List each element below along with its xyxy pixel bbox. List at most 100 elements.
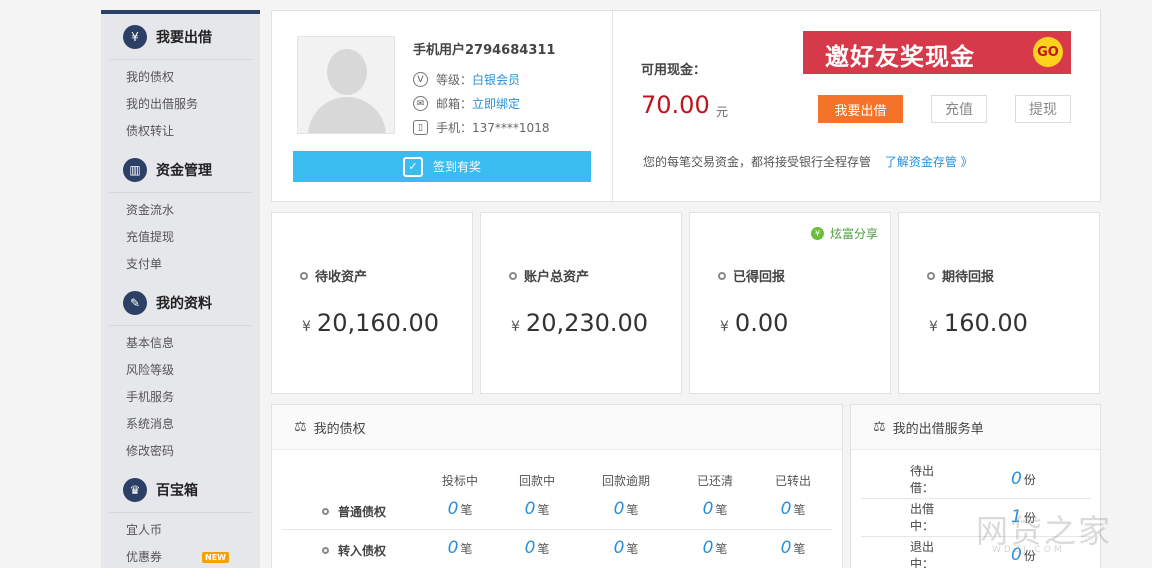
sidebar-section-lending: ¥ 我要出借 我的债权 我的出借服务 债权转让 [101, 14, 260, 147]
panel-title: 我的出借服务单 [892, 421, 984, 437]
stat-label-row: 已得回报 [718, 266, 785, 285]
bullet-icon [718, 271, 726, 280]
sidebar-section-treasure: ♛ 百宝箱 宜人币 优惠券 NEW [101, 467, 260, 568]
username: 手机用户2794684311 [413, 43, 556, 58]
avatar[interactable] [297, 36, 395, 134]
count-value: 0 [702, 538, 714, 558]
bind-email-link[interactable]: 立即绑定 [472, 95, 520, 112]
stat-value-row: ¥ 160.00 [929, 309, 1028, 337]
table-cell[interactable]: 0笔 [596, 499, 656, 519]
order-label: 出借中： [910, 502, 935, 533]
currency-symbol: ¥ [302, 319, 311, 335]
sidebar-section-title: 我要出借 [156, 29, 212, 46]
bullet-icon [322, 547, 329, 554]
stat-value-row: ¥ 0.00 [720, 309, 788, 337]
stat-label-row: 账户总资产 [509, 266, 589, 285]
email-label: 邮箱： [436, 97, 473, 111]
order-count: 0 [1011, 469, 1022, 489]
bullet-icon [927, 271, 935, 280]
sidebar-section-funds: ▥ 资金管理 资金流水 充值提现 支付单 [101, 147, 260, 280]
table-cell[interactable]: 0笔 [430, 538, 490, 558]
sidebar-item-basic-info[interactable]: 基本信息 [101, 330, 260, 357]
sidebar-item-recharge-withdraw[interactable]: 充值提现 [101, 224, 260, 251]
order-label: 退出中： [910, 540, 935, 568]
count-value: 0 [702, 499, 714, 519]
sidebar-item-my-claims[interactable]: 我的债权 [101, 64, 260, 91]
currency-symbol: ¥ [929, 319, 938, 335]
table-cell[interactable]: 0笔 [430, 499, 490, 519]
level-row: V 等级： 白银会员 [413, 71, 520, 88]
sidebar-item-coupons[interactable]: 优惠券 NEW [101, 544, 260, 568]
sidebar-item-fund-flow[interactable]: 资金流水 [101, 197, 260, 224]
level-label: 等级： [436, 73, 473, 87]
unit: 笔 [626, 503, 639, 517]
currency-symbol: ¥ [720, 319, 729, 335]
signin-reward-button[interactable]: ✓ 签到有奖 [293, 151, 591, 182]
bullet-icon [300, 271, 308, 280]
currency-symbol: ¥ [511, 319, 520, 335]
user-panel: 手机用户2794684311 V 等级： 白银会员 ✉ 邮箱： 立即绑定 ▯ 手… [271, 10, 1101, 202]
row-label: 普通债权 [322, 503, 386, 520]
sidebar-item-label: 优惠券 [126, 550, 163, 564]
available-cash-value: 70.00 [641, 91, 710, 119]
table-cell[interactable]: 0笔 [507, 499, 567, 519]
custody-learn-more-link[interactable]: 了解资金存管 》 [885, 155, 973, 169]
count-value: 0 [447, 538, 459, 558]
column-header: 已转出 [774, 474, 811, 488]
sidebar-section-header[interactable]: ¥ 我要出借 [109, 14, 252, 60]
column-header: 回款中 [518, 474, 555, 488]
recharge-button[interactable]: 充值 [931, 95, 987, 123]
stat-value: 0.00 [734, 309, 789, 337]
sidebar-section-header[interactable]: ♛ 百宝箱 [109, 467, 252, 513]
my-claims-panel: ⚖ 我的债权 投标中 回款中 回款逾期 已还清 已转出 普通债权 0笔 0笔 0… [271, 404, 843, 568]
unit: 笔 [537, 503, 550, 517]
stat-value-row: ¥ 20,160.00 [302, 309, 439, 337]
table-cell[interactable]: 0笔 [507, 538, 567, 558]
lend-button[interactable]: 我要出借 [818, 95, 903, 123]
unit: 笔 [793, 542, 806, 556]
divider [612, 11, 613, 201]
withdraw-button[interactable]: 提现 [1015, 95, 1071, 123]
phone-icon: ▯ [413, 120, 428, 135]
sidebar-section-profile: ✎ 我的资料 基本信息 风险等级 手机服务 系统消息 修改密码 [101, 280, 260, 467]
calendar-check-icon: ✓ [402, 156, 423, 177]
table-cell[interactable]: 0笔 [685, 538, 745, 558]
sidebar-item-risk-level[interactable]: 风险等级 [101, 357, 260, 384]
sidebar-item-phone-service[interactable]: 手机服务 [101, 384, 260, 411]
column-header: 回款逾期 [601, 474, 650, 488]
watermark-sub: WDZJ.COM [992, 545, 1065, 555]
sidebar-section-header[interactable]: ▥ 资金管理 [109, 147, 252, 193]
avatar-head-shape [327, 49, 367, 95]
table-cell[interactable]: 0笔 [685, 499, 745, 519]
sidebar-item-payment-order[interactable]: 支付单 [101, 251, 260, 278]
unit: 笔 [460, 503, 473, 517]
order-row[interactable]: 待出借： 0 份 [861, 460, 1091, 498]
stat-value-row: ¥ 20,230.00 [511, 309, 648, 337]
sidebar-item-lending-service[interactable]: 我的出借服务 [101, 91, 260, 118]
share-button[interactable]: ¥ 炫富分享 [810, 225, 878, 242]
unit: 笔 [537, 542, 550, 556]
sidebar-item-claim-transfer[interactable]: 债权转让 [101, 118, 260, 145]
edit-icon: ✎ [123, 290, 147, 315]
table-cell[interactable]: 0笔 [596, 538, 656, 558]
sidebar-section-title: 资金管理 [156, 162, 212, 179]
treasure-icon: ♛ [123, 477, 147, 502]
table-cell[interactable]: 0笔 [763, 538, 823, 558]
level-value-link[interactable]: 白银会员 [472, 71, 520, 88]
available-cash-unit: 元 [716, 105, 729, 119]
sidebar-section-header[interactable]: ✎ 我的资料 [109, 280, 252, 326]
stat-label: 账户总资产 [524, 270, 590, 285]
count-value: 0 [613, 499, 625, 519]
phone-value: 137****1018 [472, 120, 550, 135]
invite-friends-banner[interactable]: 邀好友奖现金 GO [803, 31, 1071, 74]
sidebar-item-change-password[interactable]: 修改密码 [101, 438, 260, 465]
email-row: ✉ 邮箱： 立即绑定 [413, 95, 520, 112]
table-cell[interactable]: 0笔 [763, 499, 823, 519]
sidebar-item-coins[interactable]: 宜人币 [101, 517, 260, 544]
row-label-text: 普通债权 [338, 505, 387, 519]
sidebar-item-system-messages[interactable]: 系统消息 [101, 411, 260, 438]
stat-value: 160.00 [943, 309, 1028, 337]
row-label-text: 转入债权 [338, 544, 387, 558]
stat-card-earned-return: ¥ 炫富分享 已得回报 ¥ 0.00 [689, 212, 891, 394]
yen-circle-icon: ¥ [810, 227, 824, 240]
